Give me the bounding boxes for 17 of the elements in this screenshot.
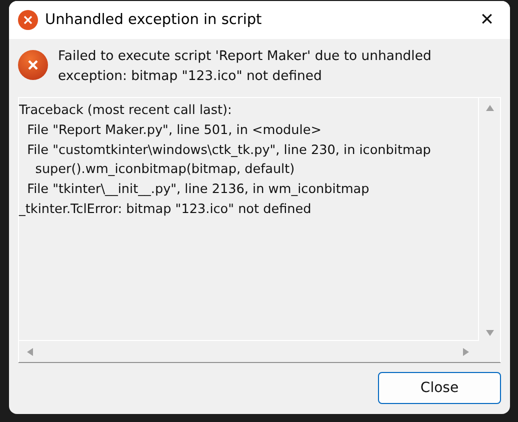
traceback-text-area[interactable] xyxy=(18,97,501,363)
scroll-up-icon[interactable] xyxy=(484,103,494,113)
error-message: Failed to execute script 'Report Maker' due to unhandled exception: bitmap "123.ico" not defined xyxy=(58,48,432,86)
close-button[interactable]: Close xyxy=(378,372,501,404)
scroll-down-icon[interactable] xyxy=(484,328,494,338)
close-button[interactable]: ✕ xyxy=(464,1,510,39)
traceback-line: File "tkinter\__init__.py", line 2136, in wm_iconbitmap xyxy=(26,181,370,200)
error-icon xyxy=(18,10,38,30)
traceback-line: super().wm_iconbitmap(bitmap, default) xyxy=(34,161,296,180)
traceback-line: Traceback (most recent call last): xyxy=(19,102,233,120)
traceback-line: File "customtkinter\windows\ctk_tk.py", line 230, in iconbitmap xyxy=(26,142,432,160)
traceback-line: _tkinter.TclError: bitmap "123.ico" not defined xyxy=(19,200,312,219)
traceback-line: File "Report Maker.py", line 501, in <module> xyxy=(26,122,322,140)
scroll-left-icon[interactable] xyxy=(25,346,35,356)
window-title: Unhandled exception in script xyxy=(45,12,263,28)
error-icon xyxy=(18,50,48,80)
scroll-right-icon[interactable] xyxy=(461,346,471,356)
